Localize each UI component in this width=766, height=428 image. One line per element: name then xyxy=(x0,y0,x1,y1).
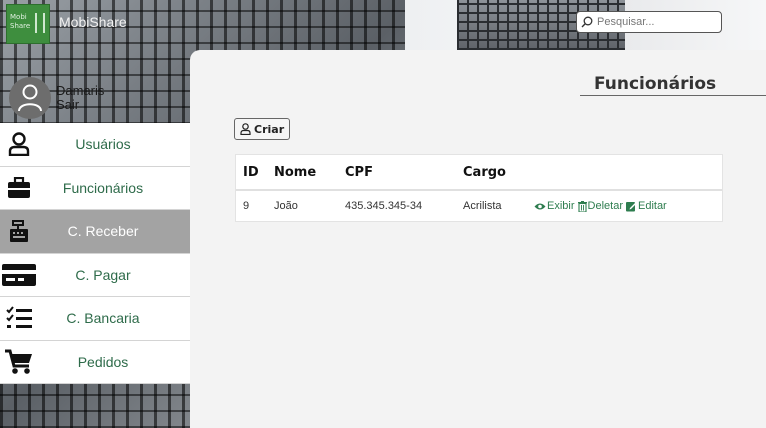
edit-label: Editar xyxy=(637,200,667,212)
column-header-nome[interactable]: Nome xyxy=(274,165,345,180)
table-row: 9 João 435.345.345-34 Acrilista Exibir D… xyxy=(236,191,722,221)
column-header-cargo[interactable]: Cargo xyxy=(463,165,534,180)
search-box[interactable] xyxy=(576,11,722,33)
cell-cpf: 435.345.345-34 xyxy=(345,200,423,212)
edit-button[interactable]: Editar xyxy=(625,200,667,212)
logout-link[interactable]: Sair xyxy=(56,98,79,112)
sidebar-item-pedidos[interactable]: Pedidos xyxy=(0,340,190,384)
sidebar-item-c-pagar[interactable]: C. Pagar xyxy=(0,253,190,297)
sidebar-item-label: Usuários xyxy=(75,136,131,153)
search-input[interactable] xyxy=(597,16,717,28)
cell-nome: João xyxy=(274,200,298,212)
create-button-label: Criar xyxy=(254,122,285,136)
sidebar-menu: Usuários Funcionários C. Receber C. Paga… xyxy=(0,123,190,384)
view-button[interactable]: Exibir xyxy=(534,200,575,212)
column-header-cpf[interactable]: CPF xyxy=(345,165,463,180)
main-panel: Funcionários Criar ID Nome CPF Cargo 9 J… xyxy=(190,50,766,428)
sidebar-item-label: C. Pagar xyxy=(75,266,131,283)
user-name: Damaris xyxy=(56,83,105,98)
search-icon xyxy=(581,16,593,28)
create-button[interactable]: Criar xyxy=(234,118,291,140)
logo-mark-icon xyxy=(35,13,45,33)
sidebar-item-usuarios[interactable]: Usuários xyxy=(0,123,190,167)
employees-table: ID Nome CPF Cargo 9 João 435.345.345-34 … xyxy=(235,154,723,222)
checklist-icon xyxy=(0,297,38,340)
cell-cargo: Acrilista xyxy=(463,200,502,212)
table-header-row: ID Nome CPF Cargo xyxy=(236,155,722,191)
sidebar-item-label: C. Receber xyxy=(67,223,139,240)
edit-icon xyxy=(625,201,637,211)
delete-button[interactable]: Deletar xyxy=(577,200,623,212)
logo-text: Mobi Share xyxy=(10,13,31,30)
app-name: MobiShare xyxy=(59,14,127,30)
title-divider xyxy=(580,95,766,96)
sidebar-item-funcionarios[interactable]: Funcionários xyxy=(0,166,190,210)
delete-label: Deletar xyxy=(587,200,623,212)
avatar[interactable] xyxy=(9,77,51,119)
user-icon xyxy=(0,123,38,166)
trash-icon xyxy=(577,200,587,212)
sidebar-item-label: Funcionários xyxy=(62,179,144,196)
page-title: Funcionários xyxy=(594,74,717,94)
cell-id: 9 xyxy=(243,200,250,212)
sidebar-item-label: C. Bancaria xyxy=(66,310,140,327)
cell-actions: Exibir Deletar Editar xyxy=(534,200,722,212)
app-logo[interactable]: Mobi Share xyxy=(6,4,50,44)
user-avatar-icon xyxy=(18,84,42,112)
briefcase-icon xyxy=(0,167,38,210)
sidebar-item-label: Pedidos xyxy=(77,353,129,370)
cart-icon xyxy=(0,341,38,384)
credit-card-icon xyxy=(0,254,38,297)
view-label: Exibir xyxy=(547,200,575,212)
eye-icon xyxy=(534,203,546,209)
column-header-id[interactable]: ID xyxy=(236,165,274,180)
sidebar-item-c-receber[interactable]: C. Receber xyxy=(0,210,190,254)
cash-register-icon xyxy=(0,210,38,253)
sidebar-item-c-bancaria[interactable]: C. Bancaria xyxy=(0,297,190,341)
user-add-icon xyxy=(240,123,251,135)
